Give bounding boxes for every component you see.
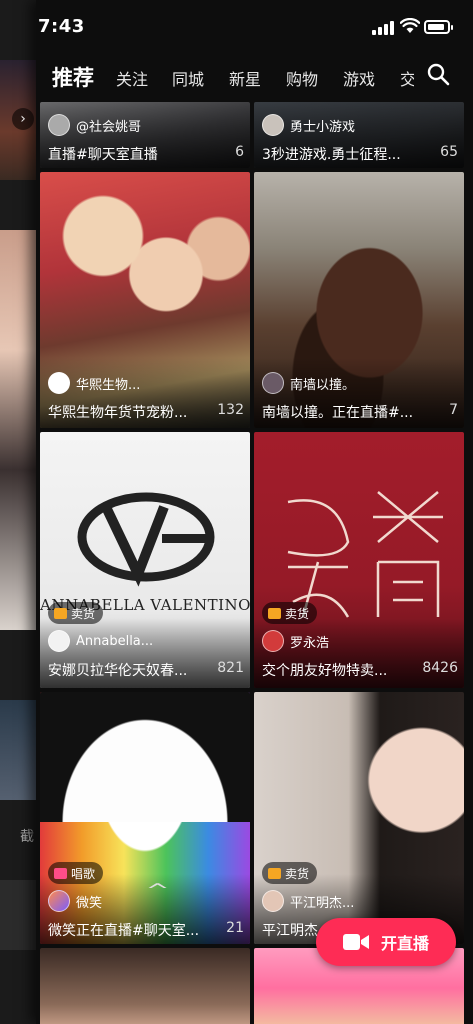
live-card[interactable]: @社会姚哥 直播#聊天室直播 6 (40, 102, 250, 168)
author-name: 平江明杰... (290, 895, 355, 911)
live-card[interactable]: 唱歌 微笑 微笑正在直播#聊天室... 21 (40, 692, 250, 944)
viewer-count: 7 (449, 402, 458, 418)
category-badge[interactable]: 卖货 (262, 862, 318, 884)
avatar (262, 372, 284, 394)
go-live-label: 开直播 (380, 934, 429, 953)
side-thumbnail (0, 700, 36, 800)
card-title: 南墙以撞。正在直播#... (262, 405, 412, 421)
author-name: 勇士小游戏 (290, 119, 356, 135)
card-title: 3秒进游戏.勇士征程... (262, 147, 401, 163)
category-badge[interactable]: 卖货 (262, 602, 318, 624)
viewer-count: 21 (226, 920, 244, 936)
card-author[interactable]: 平江明杰... (262, 890, 354, 912)
side-panel-preview[interactable]: › 截 (0, 0, 36, 1024)
battery-icon (424, 20, 450, 34)
card-author[interactable]: Annabella... (48, 630, 153, 652)
live-card[interactable]: 勇士小游戏 3秒进游戏.勇士征程... 65 (254, 102, 464, 168)
tab-new-star[interactable]: 新星 (229, 66, 261, 90)
badge-label: 卖货 (285, 606, 310, 621)
avatar (262, 114, 284, 136)
card-title: 微笑正在直播#聊天室... (48, 923, 198, 939)
screen: › 截 7:43 推荐 关注 同城 新星 购物 游戏 交 @社会姚哥 直播#聊天… (0, 0, 473, 1024)
live-card[interactable]: 华熙生物... 华熙生物年货节宠粉... 132 (40, 172, 250, 428)
tab-shopping[interactable]: 购物 (286, 66, 318, 90)
cellular-signal-icon (372, 21, 394, 35)
viewer-count: 8426 (422, 660, 458, 676)
side-cut-label: 截 (20, 829, 34, 845)
author-name: Annabella... (76, 633, 154, 649)
author-name: 微笑 (76, 895, 103, 911)
avatar (48, 372, 70, 394)
avatar (48, 114, 70, 136)
card-author[interactable]: 微笑 (48, 890, 102, 912)
avatar (48, 630, 70, 652)
wifi-icon (400, 18, 420, 33)
card-title: 华熙生物年货节宠粉... (48, 405, 188, 421)
viewer-count: 6 (235, 144, 244, 160)
viewer-count: 821 (217, 660, 244, 676)
badge-label: 唱歌 (71, 866, 96, 881)
badge-label: 卖货 (285, 866, 310, 881)
search-icon[interactable] (426, 62, 450, 86)
live-card[interactable]: ANNABELLA VALENTINO 卖货 Annabella... 安娜贝拉… (40, 432, 250, 688)
live-card[interactable] (40, 948, 250, 1024)
avatar (262, 890, 284, 912)
status-time: 7:43 (38, 16, 85, 37)
author-name: @社会姚哥 (76, 119, 142, 135)
badge-label: 卖货 (71, 606, 96, 621)
side-thumbnail (0, 880, 36, 950)
status-bar: 7:43 (36, 0, 473, 52)
category-badge[interactable]: 唱歌 (48, 862, 104, 884)
tab-following[interactable]: 关注 (116, 66, 148, 90)
tab-partial[interactable]: 交 (400, 66, 414, 90)
live-card[interactable]: 卖货 罗永浩 交个朋友好物特卖... 8426 (254, 432, 464, 688)
live-card[interactable]: 南墙以撞。 南墙以撞。正在直播#... 7 (254, 172, 464, 428)
author-name: 南墙以撞。 (290, 377, 356, 393)
author-name: 罗永浩 (290, 635, 330, 651)
battery-tip (451, 25, 453, 30)
tab-nearby[interactable]: 同城 (172, 66, 204, 90)
cupcake-frosting (40, 692, 250, 822)
card-author[interactable]: 南墙以撞。 (262, 372, 355, 394)
category-badge[interactable]: 卖货 (48, 602, 104, 624)
shopping-cart-icon (268, 607, 281, 619)
chevron-up-icon[interactable]: ^ (145, 880, 169, 901)
card-author[interactable]: 勇士小游戏 (262, 114, 355, 136)
card-author[interactable]: 罗永浩 (262, 630, 329, 652)
viewer-count: 132 (217, 402, 244, 418)
card-title: 直播#聊天室直播 (48, 147, 158, 163)
avatar (48, 890, 70, 912)
brand-logo (77, 492, 215, 587)
live-feed-panel: 7:43 推荐 关注 同城 新星 购物 游戏 交 @社会姚哥 直播#聊天室直播 … (36, 0, 473, 1024)
avatar (262, 630, 284, 652)
chevron-right-icon[interactable]: › (12, 108, 34, 130)
go-live-button[interactable]: 开直播 (316, 918, 456, 966)
author-name: 华熙生物... (76, 377, 141, 393)
category-tabs: 推荐 关注 同城 新星 购物 游戏 交 (36, 56, 473, 96)
shopping-cart-icon (268, 867, 281, 879)
card-author[interactable]: 华熙生物... (48, 372, 140, 394)
tab-recommend[interactable]: 推荐 (52, 62, 94, 92)
live-card[interactable]: 卖货 平江明杰... 平江明杰 (254, 692, 464, 944)
shopping-cart-icon (54, 607, 67, 619)
card-title: 安娜贝拉华伦天奴春... (48, 663, 188, 679)
music-note-icon (54, 867, 67, 879)
tab-games[interactable]: 游戏 (343, 66, 375, 90)
camera-icon (342, 934, 369, 950)
card-author[interactable]: @社会姚哥 (48, 114, 141, 136)
side-thumbnail (0, 230, 36, 630)
card-title: 交个朋友好物特卖... (262, 663, 388, 679)
brand-logo (287, 491, 443, 618)
viewer-count: 65 (440, 144, 458, 160)
live-grid: @社会姚哥 直播#聊天室直播 6 勇士小游戏 3秒进游戏.勇士征程... 65 (40, 102, 467, 1024)
live-thumbnail (40, 948, 250, 1024)
